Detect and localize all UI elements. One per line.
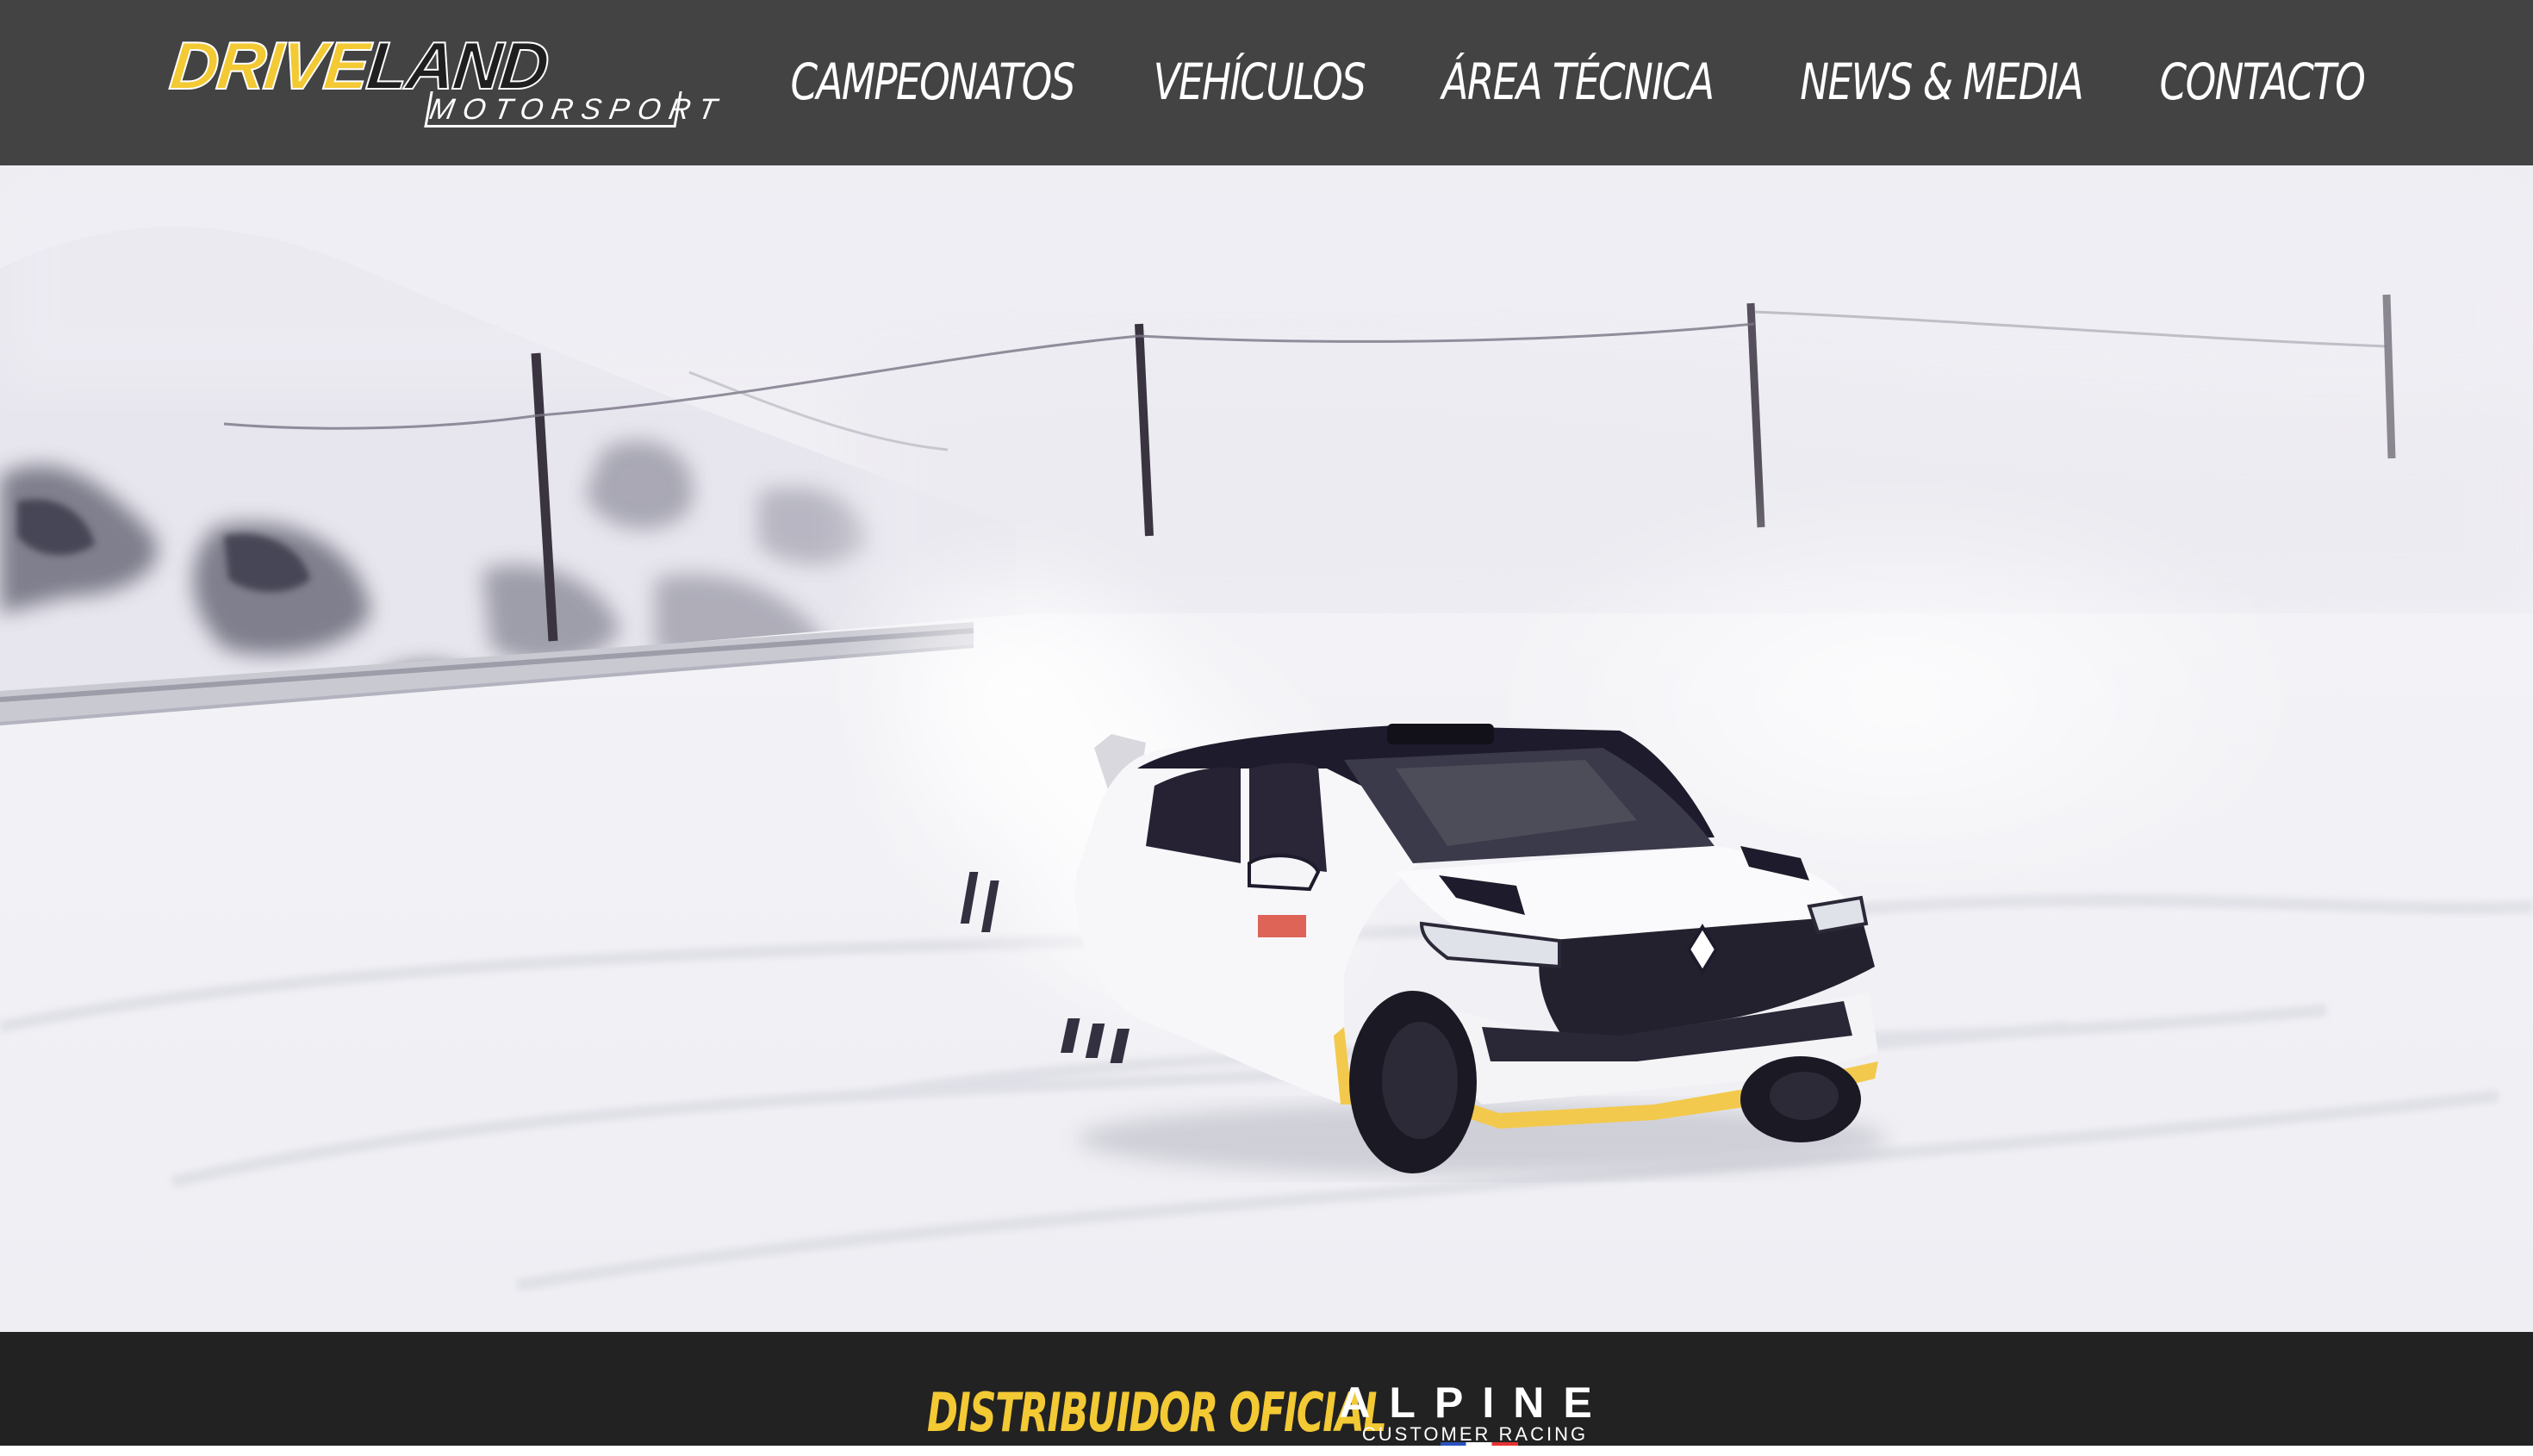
main-nav: CAMPEONATOS VEHÍCULOS ÁREA TÉCNICA NEWS … bbox=[780, 43, 2366, 121]
tricolor-flag-icon bbox=[1441, 1442, 1518, 1446]
nav-item-campeonatos[interactable]: CAMPEONATOS bbox=[791, 53, 1076, 111]
driveland-logo[interactable]: DRIVELAND MOTORSPORT bbox=[165, 27, 728, 134]
alpine-wordmark: ALPINE bbox=[1339, 1378, 1611, 1427]
distributor-label: DISTRIBUIDOR OFICIAL bbox=[927, 1381, 1387, 1444]
hero-video bbox=[0, 165, 2533, 1332]
hero-video-area[interactable] bbox=[0, 165, 2533, 1332]
nav-item-news-media[interactable]: NEWS & MEDIA bbox=[1800, 53, 2084, 111]
alpine-logo[interactable]: ALPINE CUSTOMER RACING bbox=[1337, 1378, 1613, 1446]
nav-item-vehiculos[interactable]: VEHÍCULOS bbox=[1153, 53, 1366, 111]
nav-item-area-tecnica[interactable]: ÁREA TÉCNICA bbox=[1441, 53, 1715, 111]
nav-item-contacto[interactable]: CONTACTO bbox=[2160, 53, 2366, 111]
logo-motorsport-text: MOTORSPORT bbox=[424, 91, 728, 128]
site-header: DRIVELAND MOTORSPORT CAMPEONATOS VEHÍCUL… bbox=[0, 0, 2533, 165]
logo-drive-text: DRIVE bbox=[165, 27, 372, 104]
logo-wordmark: DRIVELAND bbox=[165, 27, 551, 104]
